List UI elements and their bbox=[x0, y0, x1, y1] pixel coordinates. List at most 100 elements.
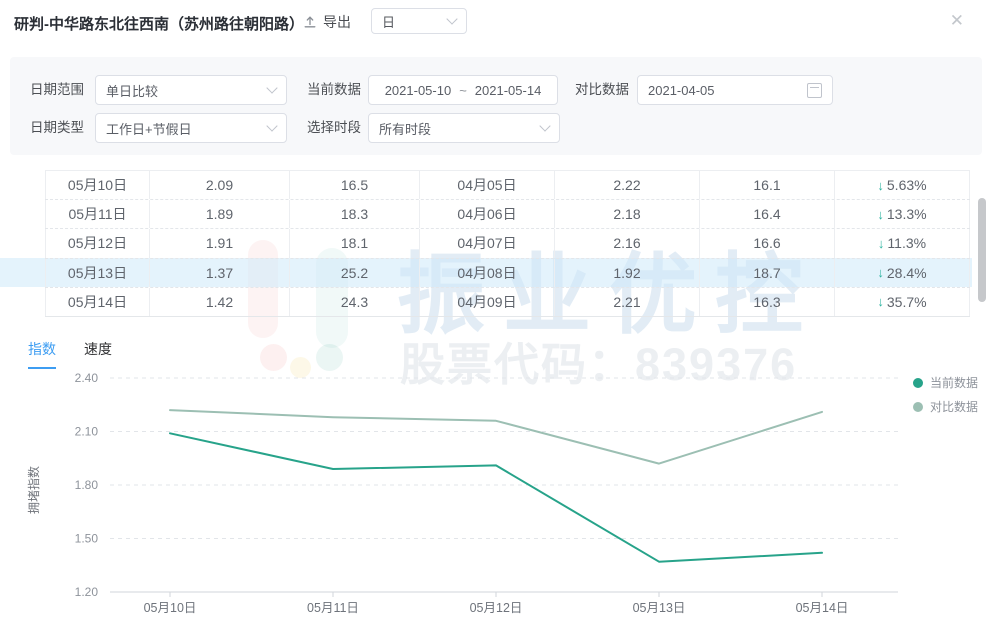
watermark-logo-teal-dot bbox=[316, 344, 343, 371]
current-end-date: 2021-05-14 bbox=[475, 83, 542, 98]
table-cell: 16.6 bbox=[700, 229, 835, 257]
compare-date-input[interactable]: 2021-04-05 bbox=[637, 75, 833, 105]
date-type-value: 工作日+节假日 bbox=[106, 119, 192, 138]
table-cell: 04月09日 bbox=[420, 288, 555, 316]
period-select[interactable]: 日 bbox=[371, 8, 467, 34]
close-icon[interactable]: ✕ bbox=[950, 12, 964, 29]
table-row[interactable]: 05月12日1.9118.104月07日2.1616.6↓11.3% bbox=[45, 229, 970, 258]
chart-legend: 当前数据对比数据 bbox=[913, 374, 978, 415]
period-select-value: 日 bbox=[382, 12, 395, 31]
watermark-logo-red-dot bbox=[260, 344, 287, 371]
date-range-value: 单日比较 bbox=[106, 81, 158, 100]
table-cell: 1.89 bbox=[150, 200, 290, 228]
change-value: 28.4% bbox=[887, 265, 927, 281]
change-cell: ↓35.7% bbox=[835, 288, 970, 316]
table-cell: 16.4 bbox=[700, 200, 835, 228]
line-chart-svg: 2.40 2.10 1.80 1.50 1.20 05月10日 05月11日 05月12日 05… bbox=[0, 370, 992, 624]
y-tick-label: 2.10 bbox=[75, 425, 99, 439]
table-scrollbar-thumb[interactable] bbox=[978, 198, 986, 302]
arrow-down-icon: ↓ bbox=[878, 236, 885, 251]
table-cell: 16.3 bbox=[700, 288, 835, 316]
table-cell: 1.92 bbox=[555, 259, 700, 287]
change-cell: ↓11.3% bbox=[835, 229, 970, 257]
compare-date-value: 2021-04-05 bbox=[648, 83, 715, 98]
table-cell: 2.21 bbox=[555, 288, 700, 316]
current-start-date: 2021-05-10 bbox=[385, 83, 452, 98]
table-cell: 04月07日 bbox=[420, 229, 555, 257]
table-cell: 2.16 bbox=[555, 229, 700, 257]
y-tick-label: 1.50 bbox=[75, 532, 99, 546]
table-cell: 05月13日 bbox=[45, 259, 150, 287]
y-tick-label: 1.80 bbox=[75, 478, 99, 492]
table-cell: 16.1 bbox=[700, 171, 835, 199]
table-cell: 05月10日 bbox=[45, 171, 150, 199]
table-cell: 04月08日 bbox=[420, 259, 555, 287]
table-row[interactable]: 05月10日2.0916.504月05日2.2216.1↓5.63% bbox=[45, 171, 970, 200]
table-row[interactable]: 05月11日1.8918.304月06日2.1816.4↓13.3% bbox=[45, 200, 970, 229]
export-label: 导出 bbox=[323, 12, 351, 32]
y-axis-title: 拥堵指数 bbox=[26, 466, 41, 514]
x-tick-label: 05月13日 bbox=[633, 601, 686, 615]
table-cell: 1.42 bbox=[150, 288, 290, 316]
legend-dot-icon bbox=[913, 402, 923, 412]
upload-icon bbox=[303, 15, 317, 29]
table-cell: 16.5 bbox=[290, 171, 420, 199]
arrow-down-icon: ↓ bbox=[877, 265, 884, 280]
current-data-label: 当前数据 bbox=[307, 75, 361, 105]
table-cell: 2.18 bbox=[555, 200, 700, 228]
y-tick-label: 1.20 bbox=[75, 585, 99, 599]
tab-index[interactable]: 指数 bbox=[28, 339, 56, 369]
date-type-select[interactable]: 工作日+节假日 bbox=[95, 113, 287, 143]
change-value: 11.3% bbox=[887, 235, 926, 251]
table-cell: 18.7 bbox=[700, 259, 835, 287]
table-cell: 18.1 bbox=[290, 229, 420, 257]
legend-dot-icon bbox=[913, 378, 923, 388]
chevron-down-icon bbox=[539, 120, 550, 131]
index-trend-chart: 2.40 2.10 1.80 1.50 1.20 05月10日 05月11日 05月12日 05… bbox=[0, 370, 992, 624]
legend-label: 当前数据 bbox=[930, 374, 978, 391]
legend-item[interactable]: 对比数据 bbox=[913, 398, 978, 415]
series-line-当前数据[interactable] bbox=[170, 433, 822, 561]
page-title: 研判-中华路东北往西南（苏州路往朝阳路） bbox=[14, 13, 304, 34]
traffic-analysis-panel: 研判-中华路东北往西南（苏州路往朝阳路） 导出 日 ✕ 日期范围 单日比较 当前… bbox=[0, 0, 992, 624]
x-tick-label: 05月10日 bbox=[144, 601, 197, 615]
x-tick-label: 05月14日 bbox=[796, 601, 849, 615]
change-value: 35.7% bbox=[887, 294, 927, 310]
table-cell: 05月12日 bbox=[45, 229, 150, 257]
table-cell: 1.91 bbox=[150, 229, 290, 257]
table-cell: 1.37 bbox=[150, 259, 290, 287]
arrow-down-icon: ↓ bbox=[877, 207, 884, 222]
change-cell: ↓5.63% bbox=[835, 171, 970, 199]
time-period-select[interactable]: 所有时段 bbox=[368, 113, 560, 143]
change-value: 13.3% bbox=[887, 206, 927, 222]
chevron-down-icon bbox=[266, 82, 277, 93]
table-cell: 2.22 bbox=[555, 171, 700, 199]
table-cell: 04月06日 bbox=[420, 200, 555, 228]
table-cell: 05月14日 bbox=[45, 288, 150, 316]
date-range-select[interactable]: 单日比较 bbox=[95, 75, 287, 105]
table-cell: 18.3 bbox=[290, 200, 420, 228]
range-separator: ~ bbox=[459, 83, 467, 98]
export-button[interactable]: 导出 bbox=[303, 12, 351, 32]
filter-panel: 日期范围 单日比较 当前数据 2021-05-10 ~ 2021-05-14 对… bbox=[10, 57, 982, 155]
table-cell: 2.09 bbox=[150, 171, 290, 199]
table-row[interactable]: 05月13日1.3725.204月08日1.9218.7↓28.4% bbox=[45, 259, 970, 288]
chevron-down-icon bbox=[266, 120, 277, 131]
legend-item[interactable]: 当前数据 bbox=[913, 374, 978, 391]
date-type-label: 日期类型 bbox=[30, 113, 84, 143]
table-row[interactable]: 05月14日1.4224.304月09日2.2116.3↓35.7% bbox=[45, 288, 970, 317]
tab-speed[interactable]: 速度 bbox=[84, 339, 112, 369]
x-tick-label: 05月11日 bbox=[307, 601, 359, 615]
compare-data-label: 对比数据 bbox=[575, 75, 629, 105]
current-date-range-input[interactable]: 2021-05-10 ~ 2021-05-14 bbox=[368, 75, 558, 105]
calendar-icon bbox=[807, 83, 822, 98]
arrow-down-icon: ↓ bbox=[877, 294, 884, 309]
date-range-label: 日期范围 bbox=[30, 75, 84, 105]
y-tick-label: 2.40 bbox=[75, 371, 99, 385]
table-cell: 04月05日 bbox=[420, 171, 555, 199]
table-cell: 24.3 bbox=[290, 288, 420, 316]
x-tick-label: 05月12日 bbox=[470, 601, 523, 615]
change-cell: ↓28.4% bbox=[835, 259, 970, 287]
chevron-down-icon bbox=[446, 13, 457, 24]
change-cell: ↓13.3% bbox=[835, 200, 970, 228]
